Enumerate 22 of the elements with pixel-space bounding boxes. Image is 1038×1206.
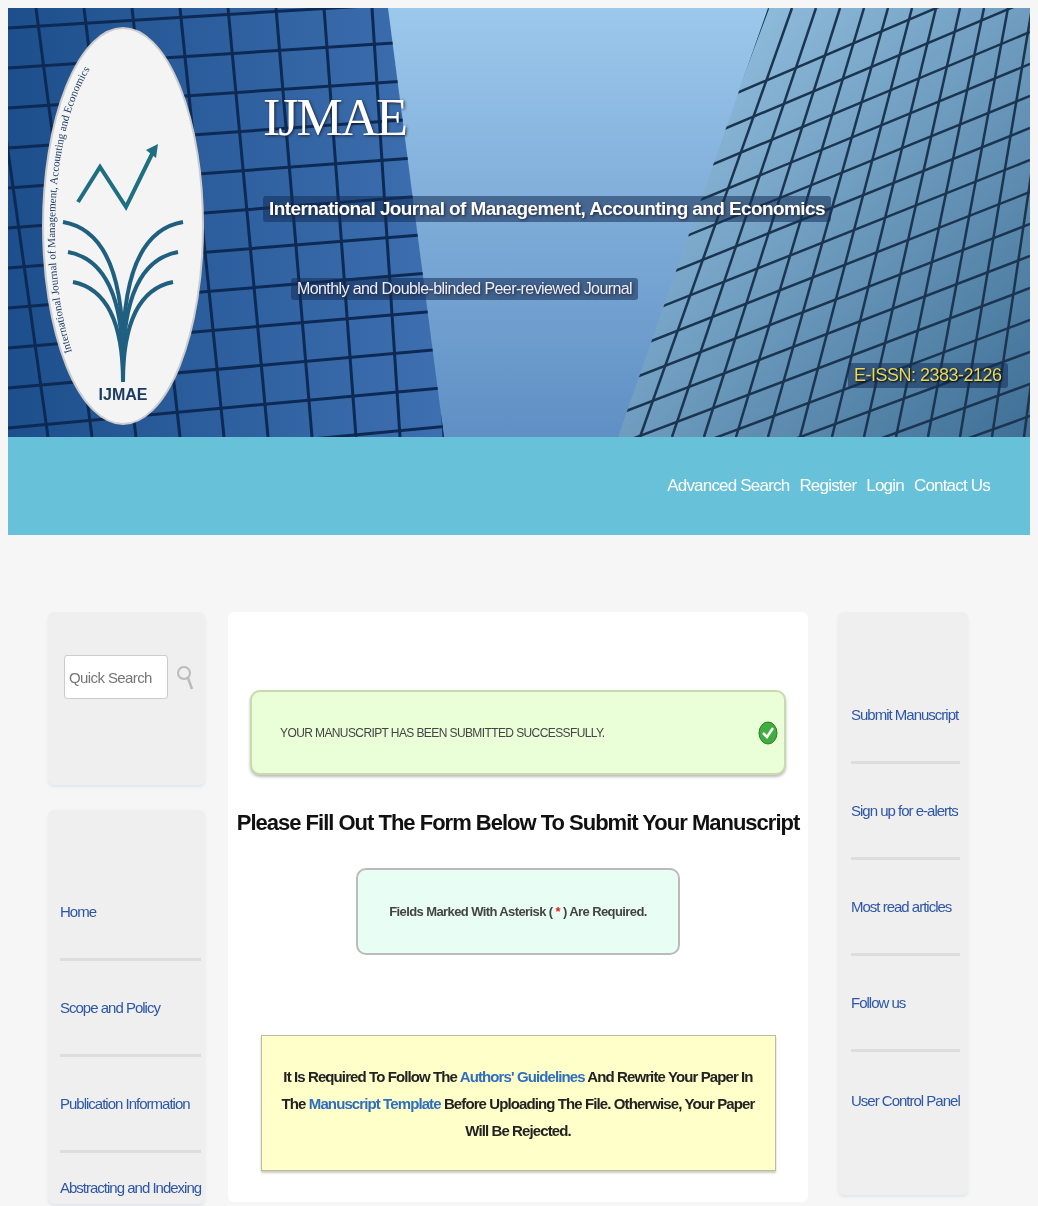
guideline-text: It Is Required To Follow The Authors' Guidelines And Rewrite Your Paper In The Manuscript Template Before Uploading The File. Otherwise, Your Paper Will Be Rejected. <box>280 1066 756 1141</box>
menu-link[interactable]: Sign up for e-alerts <box>851 802 958 819</box>
success-message: YOUR MANUSCRIPT HAS BEEN SUBMITTED SUCCESSFULLY. <box>280 725 605 740</box>
form-heading: Please Fill Out The Form Below To Submit Your Manuscript <box>236 810 800 836</box>
menu-link[interactable]: Abstracting and Indexing <box>60 1179 202 1196</box>
menu-link[interactable]: Follow us <box>851 994 906 1011</box>
journal-tagline: Monthly and Double-blinded Peer-reviewed Journal <box>291 278 638 300</box>
menu-link[interactable]: Submit Manuscript <box>851 706 959 723</box>
quick-search-field[interactable]: Quick Search <box>64 655 168 699</box>
guideline-link[interactable]: Manuscript Template <box>308 1094 441 1112</box>
journal-name: International Journal of Management, Accounting and Economics <box>263 196 831 222</box>
menu-link[interactable]: Publication Information <box>60 1095 190 1112</box>
menu-link[interactable]: Scope and Policy <box>60 999 160 1016</box>
guideline-link[interactable]: Authors' Guidelines <box>459 1067 585 1085</box>
search-icon[interactable] <box>176 665 194 691</box>
journal-title: IJMAE <box>263 88 407 147</box>
issn-label: E-ISSN: 2383-2126 <box>848 363 1008 388</box>
check-icon <box>758 720 778 745</box>
menu-link[interactable]: Most read articles <box>851 898 952 915</box>
menu-link[interactable]: Home <box>60 903 96 920</box>
menu-link[interactable]: User Control Panel <box>851 1091 960 1109</box>
required-note: Fields Marked With Asterisk ( * ) Are Required. <box>389 904 647 919</box>
